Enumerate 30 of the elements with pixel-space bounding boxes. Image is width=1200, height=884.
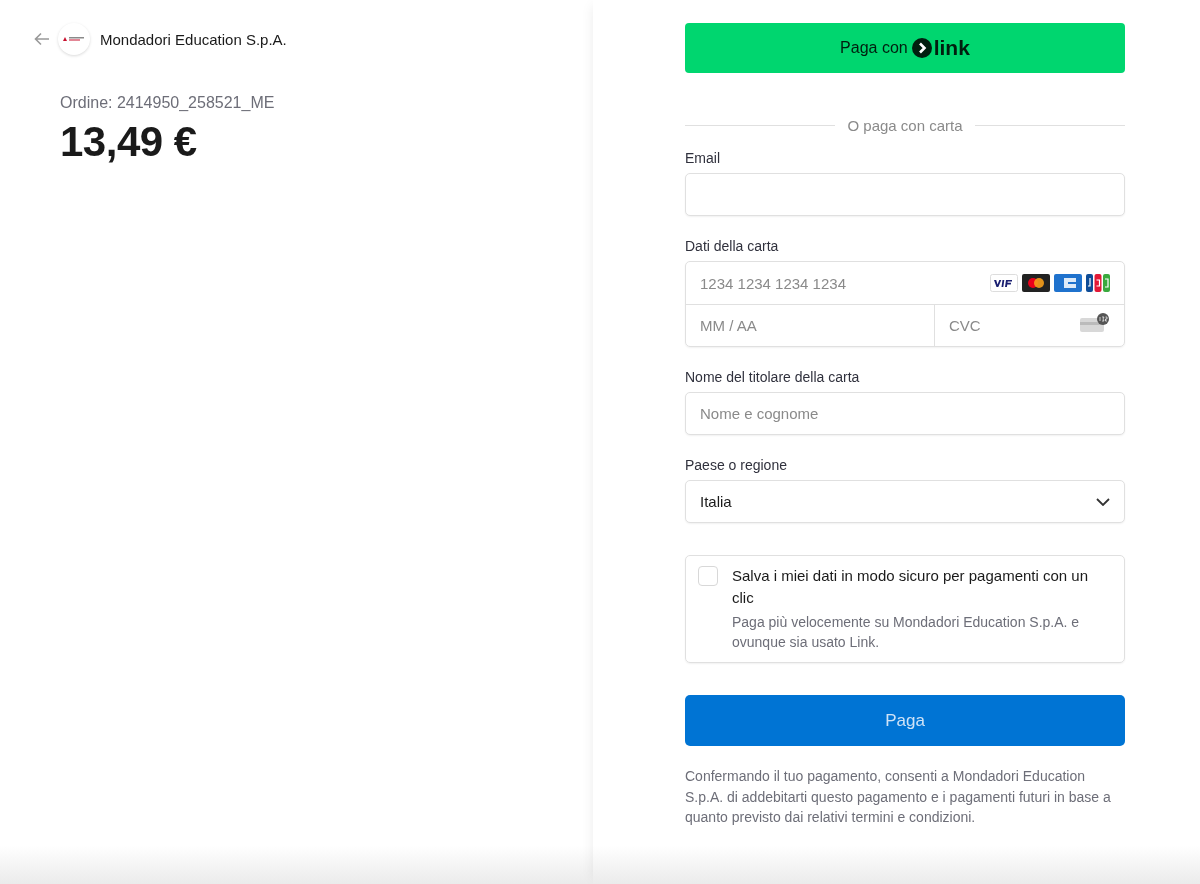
field-label: Nome del titolare della carta — [685, 369, 861, 385]
cvc-field[interactable]: CVC — [935, 317, 1080, 334]
save-option-description: Paga più velocemente su Mondadori Education S.p.A. e ovunque sia usato Link. — [732, 613, 1081, 652]
back-arrow-icon[interactable] — [34, 32, 52, 46]
card-details-field[interactable]: 1234 1234 1234 1234 MM / AA CVC — [685, 261, 1125, 347]
input-field[interactable] — [685, 173, 1125, 216]
checkbox[interactable] — [698, 566, 718, 586]
country-select[interactable]: Italia — [685, 480, 1125, 523]
mastercard-icon — [1022, 274, 1050, 292]
order-amount: 13,49 € — [60, 118, 198, 166]
visa-card-icon — [990, 274, 1018, 292]
legal-text: Confermando il tuo pagamento, consenti a Mondadori Education S.p.A. di addebitarti questo pagamento e i pagamenti futuri in base a quanto previsto dai relativi termini e condizioni. — [685, 767, 1112, 827]
pay-button[interactable]: Paga — [685, 695, 1125, 746]
divider-text: O paga con carta — [846, 117, 964, 134]
chevron-down-icon — [1096, 497, 1110, 506]
save-option-title: Salva i miei dati in modo sicuro per pagamenti con un clic — [732, 566, 1090, 608]
card-cvc-icon — [1080, 312, 1110, 333]
link-pay-button[interactable]: Paga con link — [685, 23, 1125, 73]
field-label: Email — [685, 150, 721, 166]
jcb-card-icon — [1086, 274, 1110, 292]
field-label: Paese o regione — [685, 457, 788, 473]
merchant-logo — [58, 23, 90, 55]
order-number: Ordine: 2414950_258521_ME — [60, 94, 276, 112]
amex-card-icon — [1054, 274, 1082, 292]
merchant-name: Mondadori Education S.p.A. — [100, 30, 287, 48]
expiry-field[interactable]: MM / AA — [686, 305, 935, 346]
field-label: Dati della carta — [685, 238, 780, 254]
input-field[interactable]: Nome e cognome — [685, 392, 1125, 435]
link-logo-icon — [911, 38, 932, 58]
card-number-field[interactable]: 1234 1234 1234 1234 — [686, 274, 990, 292]
